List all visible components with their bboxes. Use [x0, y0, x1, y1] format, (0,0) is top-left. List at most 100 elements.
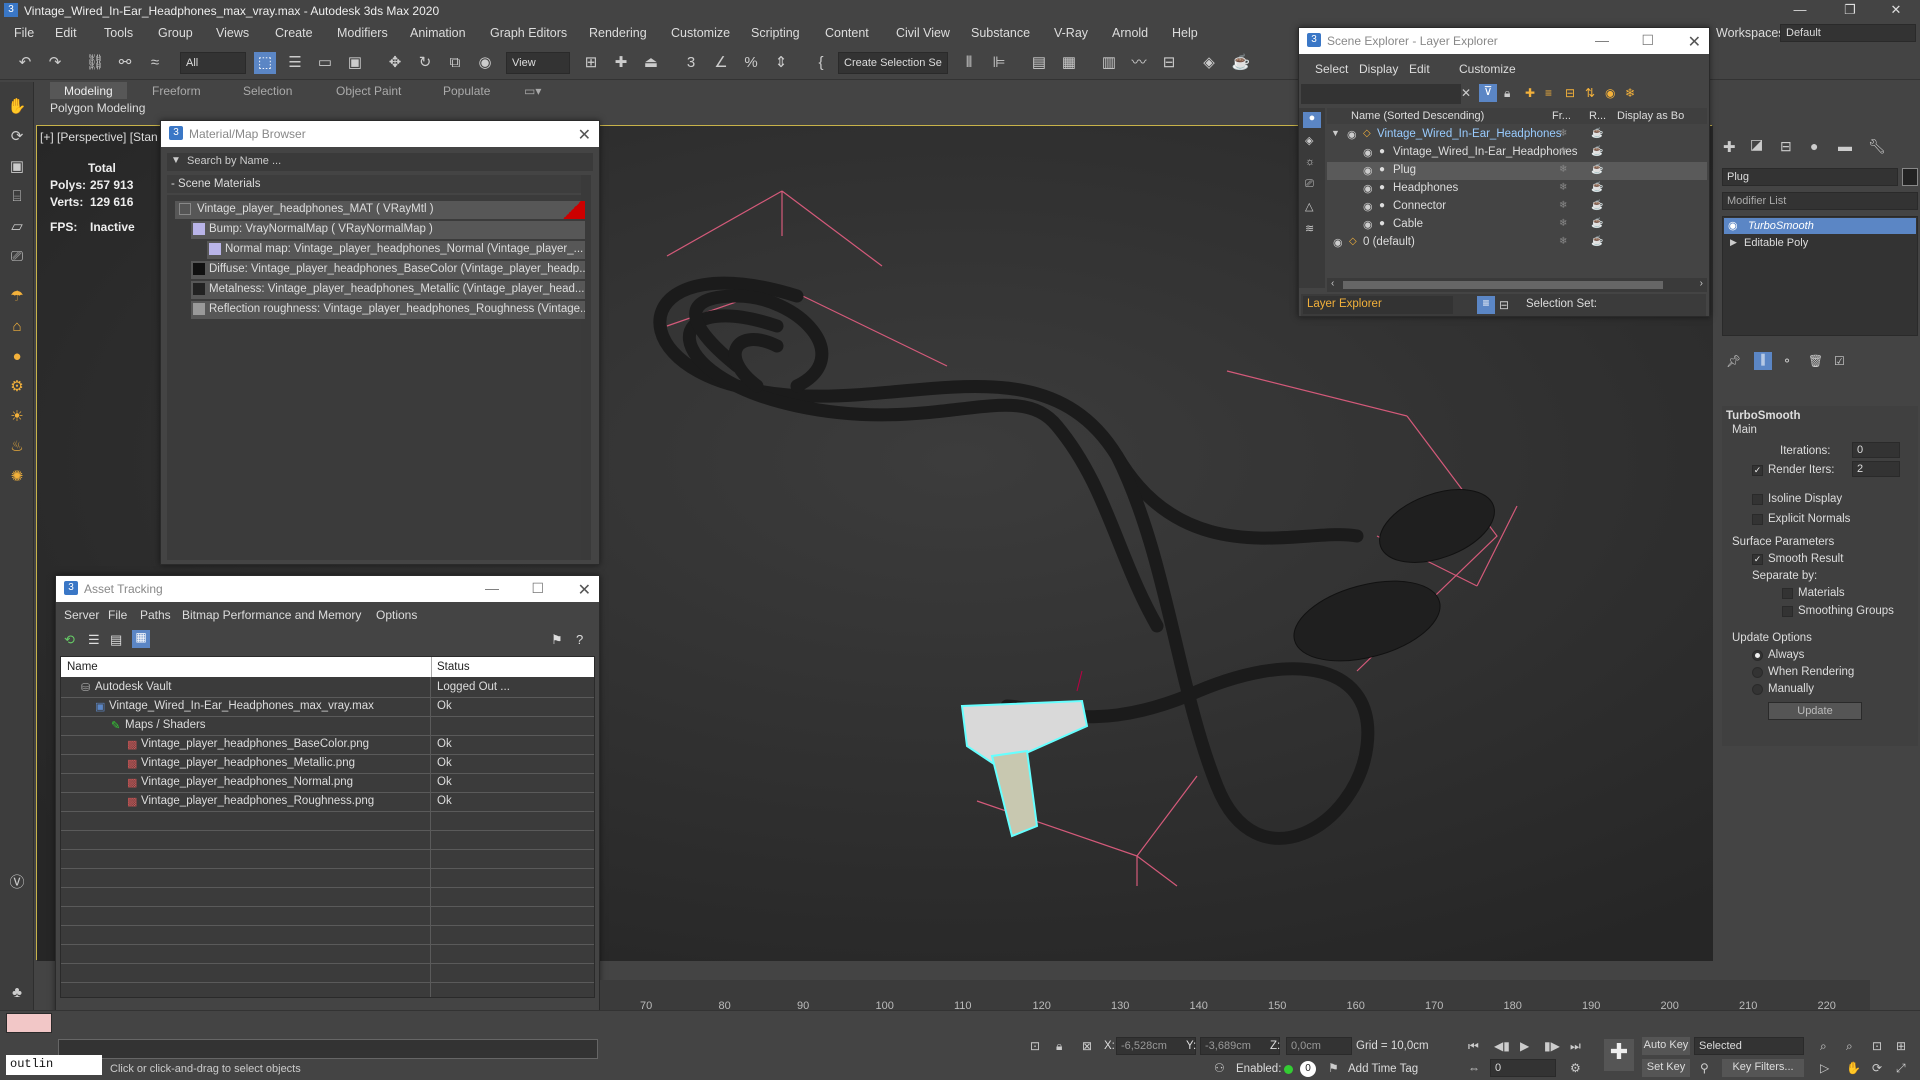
- menu-server[interactable]: Server: [64, 608, 99, 622]
- display-cameras-icon[interactable]: ⎚: [1305, 178, 1314, 191]
- column-freeze[interactable]: Fr...: [1552, 110, 1571, 122]
- close-icon[interactable]: ✕: [1688, 32, 1701, 52]
- pan-icon[interactable]: ✋: [1846, 1061, 1861, 1075]
- renderable-icon[interactable]: ☕: [1591, 218, 1603, 229]
- iterations-spinner[interactable]: 0: [1852, 442, 1900, 458]
- isoline-checkbox[interactable]: [1752, 494, 1763, 505]
- renderable-icon[interactable]: ☕: [1591, 164, 1603, 175]
- mirror-icon[interactable]: ⫴: [958, 52, 980, 74]
- absolute-mode-icon[interactable]: ⊠: [1082, 1039, 1092, 1053]
- layer-row[interactable]: ◉ ◇ 0 (default) ❄ ☕: [1327, 234, 1707, 252]
- place-icon[interactable]: ◉: [474, 52, 496, 74]
- fov-icon[interactable]: ▷: [1820, 1061, 1829, 1075]
- freeze-icon[interactable]: ❄: [1559, 218, 1567, 229]
- se-horizontal-scrollbar[interactable]: ‹ ›: [1327, 278, 1707, 292]
- undo-icon[interactable]: ↶: [14, 52, 36, 74]
- timeline[interactable]: [600, 980, 1870, 1010]
- redo-icon[interactable]: ↷: [44, 52, 66, 74]
- highlight-icon[interactable]: ⚑: [551, 632, 563, 648]
- orbit-icon[interactable]: ⟳: [1872, 1061, 1882, 1075]
- column-status[interactable]: Status: [437, 661, 470, 673]
- layer-mode-icon[interactable]: ≡: [1477, 296, 1495, 314]
- minimize-button[interactable]: —: [1780, 2, 1820, 20]
- select-manipulate-icon[interactable]: ✚: [610, 52, 632, 74]
- z-coordinate-field[interactable]: 0,0cm: [1286, 1037, 1352, 1055]
- motion-tab-icon[interactable]: ●: [1810, 138, 1818, 154]
- set-key-big-icon[interactable]: ✚: [1604, 1039, 1634, 1071]
- toggle-layer-explorer-icon[interactable]: ▦: [1058, 52, 1080, 74]
- tab-modeling[interactable]: Modeling: [50, 82, 127, 99]
- renderable-icon[interactable]: ☕: [1591, 128, 1603, 139]
- previous-frame-icon[interactable]: ◀▮: [1494, 1039, 1510, 1053]
- asset-tracking-titlebar[interactable]: 3 Asset Tracking — ☐ ✕: [56, 576, 599, 602]
- se-search-input[interactable]: [1301, 84, 1461, 104]
- key-mode-icon[interactable]: ⇔: [1468, 1061, 1480, 1075]
- window-crossing-icon[interactable]: ▣: [344, 52, 366, 74]
- display-helpers-icon[interactable]: △: [1305, 200, 1313, 213]
- v-logo-icon[interactable]: Ⓥ: [6, 872, 28, 894]
- tab-freeform[interactable]: Freeform: [138, 82, 215, 99]
- close-icon[interactable]: ✕: [578, 125, 591, 145]
- maxscript-input[interactable]: outlin: [6, 1055, 102, 1075]
- move-icon[interactable]: ✥: [384, 52, 406, 74]
- smooth-result-checkbox[interactable]: ✓: [1752, 554, 1763, 565]
- renderable-icon[interactable]: ☕: [1591, 146, 1603, 157]
- next-frame-icon[interactable]: ▮▶: [1544, 1039, 1560, 1053]
- set-key-button[interactable]: Set Key: [1642, 1059, 1690, 1077]
- scroll-left-icon[interactable]: ‹: [1331, 278, 1334, 289]
- x-coordinate-field[interactable]: -6,528cm: [1116, 1037, 1196, 1055]
- new-layer-icon[interactable]: ✚: [1525, 86, 1535, 100]
- display-lights-icon[interactable]: ☼: [1305, 156, 1315, 168]
- layer-sort-icon[interactable]: ⇅: [1585, 86, 1595, 100]
- asset-row[interactable]: ▣ Vintage_Wired_In-Ear_Headphones_max_vra…: [61, 698, 594, 716]
- go-to-start-icon[interactable]: ⏮: [1468, 1039, 1479, 1054]
- visibility-eye-icon[interactable]: ◉: [1363, 200, 1373, 213]
- menu-vray[interactable]: V-Ray: [1054, 26, 1088, 40]
- menu-arnold[interactable]: Arnold: [1112, 26, 1148, 40]
- auto-key-button[interactable]: Auto Key: [1642, 1037, 1690, 1055]
- layer-hide-icon[interactable]: ◉: [1605, 86, 1615, 100]
- maximize-viewport-icon[interactable]: ⤢: [1896, 1061, 1906, 1076]
- refresh-icon[interactable]: ⟲: [64, 632, 75, 648]
- select-by-name-icon[interactable]: ☰: [284, 52, 306, 74]
- material-browser-titlebar[interactable]: 3 Material/Map Browser ✕: [161, 121, 599, 147]
- play-icon[interactable]: ▶: [1520, 1039, 1529, 1053]
- maximize-icon[interactable]: ☐: [1641, 32, 1654, 49]
- lock-icon[interactable]: 🔒︎: [1504, 86, 1510, 101]
- visibility-eye-icon[interactable]: ◉: [1333, 236, 1343, 249]
- column-render[interactable]: R...: [1589, 110, 1606, 122]
- asset-row[interactable]: ▩ Vintage_player_headphones_BaseColor.png…: [61, 736, 594, 754]
- menu-edit[interactable]: Edit: [55, 26, 77, 40]
- zoom-all-icon[interactable]: ⌕: [1846, 1039, 1853, 1054]
- sun-icon[interactable]: ☂: [6, 286, 28, 308]
- menu-substance[interactable]: Substance: [971, 26, 1030, 40]
- menu-modifiers[interactable]: Modifiers: [337, 26, 388, 40]
- help-icon[interactable]: ?: [576, 632, 583, 647]
- object-row[interactable]: ◉ ● Vintage_Wired_In-Ear_Headphones ❄ ☕: [1327, 144, 1707, 162]
- object-row[interactable]: ◉ ● Plug ❄ ☕: [1327, 162, 1707, 180]
- se-menu-edit[interactable]: Edit: [1409, 62, 1430, 76]
- asset-row[interactable]: ▩ Vintage_player_headphones_Metallic.png O…: [61, 755, 594, 773]
- selection-lock-icon[interactable]: 🔒︎: [1056, 1039, 1062, 1054]
- zoom-extents-all-icon[interactable]: ⊞: [1896, 1039, 1906, 1053]
- renderable-icon[interactable]: ☕: [1591, 182, 1603, 193]
- menu-graph-editors[interactable]: Graph Editors: [490, 26, 567, 40]
- cylinder-icon[interactable]: ⌸: [6, 186, 28, 208]
- polygon-modeling-label[interactable]: Polygon Modeling: [50, 101, 145, 115]
- explicit-normals-checkbox[interactable]: [1752, 514, 1763, 525]
- utilities-tab-icon[interactable]: 🔧︎: [1868, 138, 1886, 155]
- sphere-icon[interactable]: ●: [6, 346, 28, 368]
- selection-filter-dropdown[interactable]: All: [180, 52, 246, 74]
- asset-row[interactable]: ▩ Vintage_player_headphones_Normal.png Ok: [61, 774, 594, 792]
- menu-civil-view[interactable]: Civil View: [896, 26, 950, 40]
- freeze-icon[interactable]: ❄: [1559, 164, 1567, 175]
- render-setup-icon[interactable]: ☕: [1230, 52, 1252, 74]
- plane-icon[interactable]: ▱: [6, 216, 28, 238]
- zoom-extents-icon[interactable]: ⊡: [1872, 1039, 1882, 1053]
- menu-file[interactable]: File: [108, 608, 127, 622]
- show-end-result-icon[interactable]: ∥: [1754, 352, 1772, 370]
- expand-icon[interactable]: ▼: [1331, 128, 1340, 138]
- renderable-icon[interactable]: ☕: [1591, 236, 1603, 247]
- maxscript-mini-listener[interactable]: [58, 1039, 598, 1059]
- asset-row[interactable]: ⛁ Autodesk Vault Logged Out ...: [61, 679, 594, 697]
